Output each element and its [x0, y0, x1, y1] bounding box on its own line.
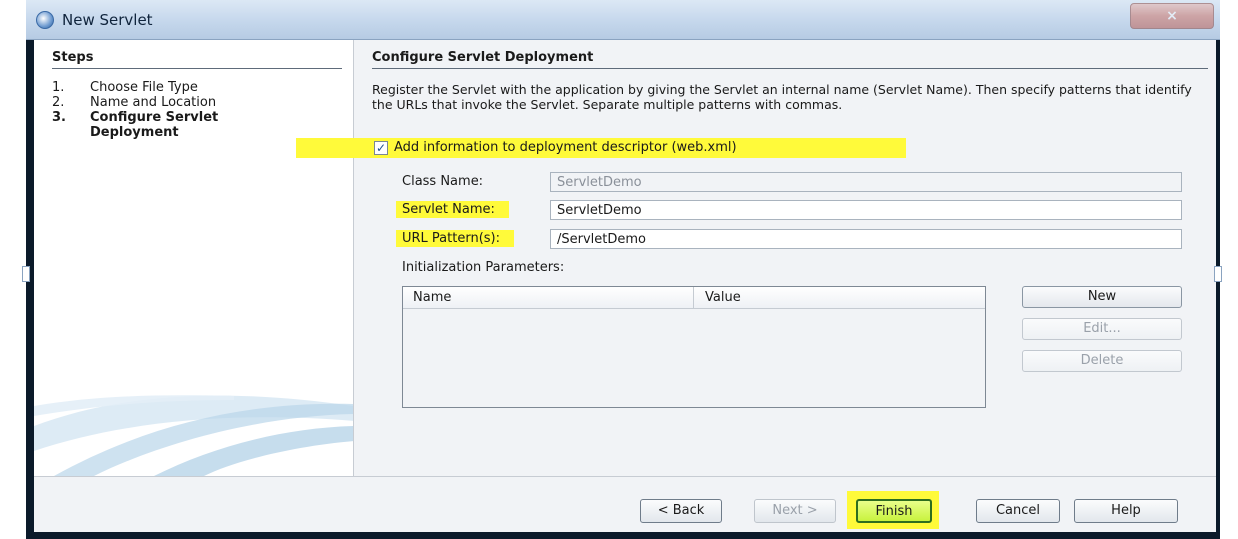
- new-param-button[interactable]: New: [1022, 286, 1182, 308]
- close-button[interactable]: ×: [1130, 3, 1214, 29]
- configure-deployment-panel: Configure Servlet Deployment Register th…: [296, 40, 1216, 476]
- help-button[interactable]: Help: [1074, 499, 1178, 523]
- column-header-value[interactable]: Value: [705, 290, 741, 305]
- class-name-field: [550, 172, 1182, 192]
- window-title: New Servlet: [62, 11, 153, 29]
- add-info-checkbox-row[interactable]: ✓ Add information to deployment descript…: [296, 138, 906, 158]
- step-number: 3.: [52, 110, 66, 125]
- steps-title: Steps: [52, 50, 94, 65]
- class-name-label: Class Name:: [402, 174, 484, 189]
- step-item-name-and-location: 2. Name and Location: [52, 95, 216, 110]
- step-label: Name and Location: [90, 95, 217, 110]
- edit-param-button[interactable]: Edit...: [1022, 318, 1182, 340]
- section-description: Register the Servlet with the applicatio…: [372, 82, 1192, 112]
- add-info-checkbox-label[interactable]: Add information to deployment descriptor…: [394, 140, 737, 155]
- steps-divider: [52, 68, 342, 69]
- init-params-label: Initialization Parameters:: [402, 260, 565, 275]
- step-label: Choose File Type: [90, 80, 198, 95]
- finish-button[interactable]: Finish: [856, 499, 932, 523]
- url-pattern-label: URL Pattern(s):: [396, 230, 514, 247]
- dialog-body: Steps 1. Choose File Type 2. Name and Lo…: [34, 40, 1216, 532]
- next-button[interactable]: Next >: [754, 499, 836, 523]
- step-item-configure-servlet-deployment: 3. Configure Servlet Deployment: [52, 110, 312, 140]
- column-divider[interactable]: [693, 287, 694, 309]
- resize-handle-right[interactable]: [1214, 266, 1222, 282]
- screenshot-margin-right: [1220, 0, 1238, 539]
- table-header: Name Value: [403, 287, 985, 309]
- decorative-swoosh-graphic: [34, 395, 353, 476]
- column-header-name[interactable]: Name: [413, 290, 451, 305]
- section-divider: [372, 68, 1208, 69]
- cancel-button[interactable]: Cancel: [976, 499, 1060, 523]
- netbeans-icon: [36, 11, 54, 29]
- servlet-name-label: Servlet Name:: [396, 201, 509, 218]
- new-servlet-dialog: New Servlet × Steps 1. Choose File Type …: [26, 0, 1220, 539]
- section-title: Configure Servlet Deployment: [372, 50, 594, 65]
- step-item-choose-file-type: 1. Choose File Type: [52, 80, 198, 95]
- delete-param-button[interactable]: Delete: [1022, 350, 1182, 372]
- step-label: Configure Servlet Deployment: [90, 110, 219, 140]
- back-button[interactable]: < Back: [640, 499, 722, 523]
- step-number: 2.: [52, 95, 65, 110]
- checkmark-icon[interactable]: ✓: [374, 141, 388, 155]
- step-number: 1.: [52, 80, 65, 95]
- title-bar[interactable]: New Servlet ×: [26, 0, 1220, 40]
- servlet-name-field[interactable]: [550, 200, 1182, 220]
- init-params-table[interactable]: Name Value: [402, 286, 986, 408]
- url-pattern-field[interactable]: [550, 229, 1182, 249]
- steps-panel: Steps 1. Choose File Type 2. Name and Lo…: [34, 40, 354, 476]
- resize-handle-left[interactable]: [22, 266, 30, 282]
- button-bar: < Back Next > Finish Cancel Help: [34, 476, 1216, 532]
